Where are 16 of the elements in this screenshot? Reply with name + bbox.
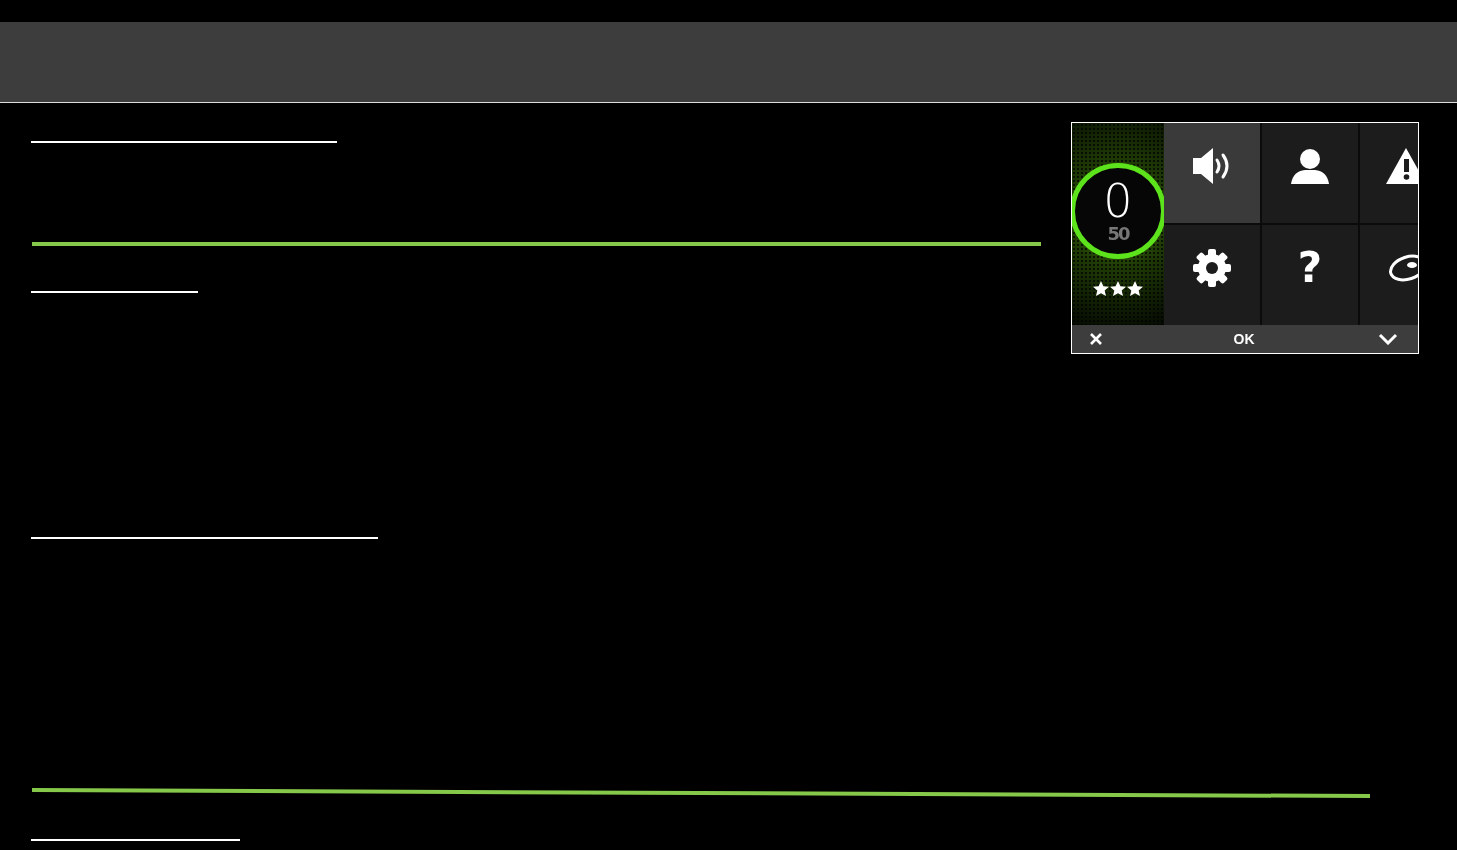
star-icon [1110,281,1126,296]
star-icon [1093,281,1109,296]
ok-button[interactable]: OK [1227,329,1261,349]
chevron-down-icon [1378,333,1398,345]
expand-button[interactable] [1378,333,1398,345]
star-icon [1127,281,1143,296]
speaker-tile[interactable] [1164,123,1260,223]
help-tile[interactable]: ? [1262,225,1358,325]
gear-tile[interactable] [1164,225,1260,325]
close-icon [1090,333,1102,345]
person-icon [1290,147,1330,184]
score-value: 0 [1103,178,1133,224]
close-button[interactable] [1090,333,1102,345]
target-value: 50 [1107,224,1129,244]
settings-icon [1192,247,1232,288]
person-tile[interactable] [1262,123,1358,223]
